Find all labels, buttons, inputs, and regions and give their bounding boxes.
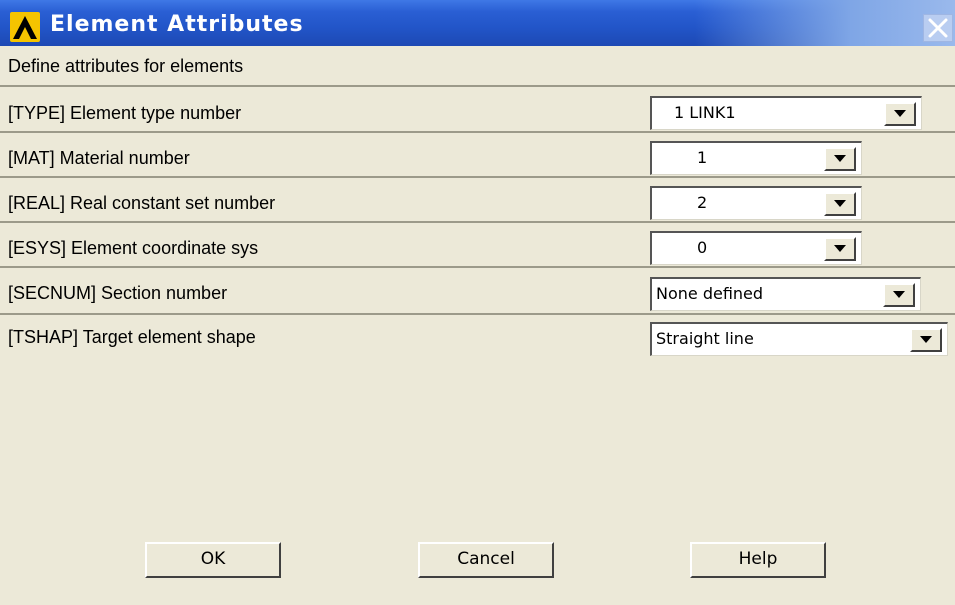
separator [0,313,955,315]
real-constant-value: 2 [697,193,708,212]
ok-button[interactable]: OK [145,542,281,578]
title-bar[interactable]: Element Attributes [0,0,955,46]
type-label: [TYPE] Element type number [8,103,242,123]
element-coordinate-dropdown[interactable]: 0 [650,231,862,265]
real-constant-dropdown-button[interactable] [824,192,856,216]
material-number-value: 1 [697,148,708,167]
separator [0,221,955,223]
element-coordinate-value: 0 [697,238,708,257]
chevron-down-icon [894,110,906,117]
target-element-shape-value: Straight line [656,329,754,348]
chevron-down-icon [834,245,846,252]
target-element-shape-dropdown[interactable]: Straight line [650,322,948,356]
element-type-dropdown-button[interactable] [884,102,916,126]
separator [0,176,955,178]
ansys-logo-icon [10,12,40,42]
mat-label: [MAT] Material number [8,148,190,168]
close-button[interactable] [923,14,953,42]
element-type-value: 1 LINK1 [674,103,736,122]
close-icon [928,18,948,38]
title-bar-gradient [695,0,955,46]
section-number-dropdown-button[interactable] [883,283,915,307]
separator [0,266,955,268]
esys-label: [ESYS] Element coordinate sys [8,238,259,258]
chevron-down-icon [834,200,846,207]
chevron-down-icon [920,336,932,343]
section-number-value: None defined [656,284,764,303]
real-label: [REAL] Real constant set number [8,193,276,213]
material-number-dropdown[interactable]: 1 [650,141,862,175]
separator [0,131,955,133]
chevron-down-icon [893,291,905,298]
separator [0,85,955,87]
secnum-label: [SECNUM] Section number [8,283,228,303]
window-title: Element Attributes [50,12,304,37]
material-number-dropdown-button[interactable] [824,147,856,171]
target-element-shape-dropdown-button[interactable] [910,328,942,352]
section-number-dropdown[interactable]: None defined [650,277,921,311]
chevron-down-icon [834,155,846,162]
element-type-dropdown[interactable]: 1 LINK1 [650,96,922,130]
dialog-subtitle: Define attributes for elements [8,56,244,76]
element-coordinate-dropdown-button[interactable] [824,237,856,261]
real-constant-dropdown[interactable]: 2 [650,186,862,220]
element-attributes-dialog: Element Attributes Define attributes for… [0,0,955,605]
tshap-label: [TSHAP] Target element shape [8,327,256,347]
help-button[interactable]: Help [690,542,826,578]
cancel-button[interactable]: Cancel [418,542,554,578]
